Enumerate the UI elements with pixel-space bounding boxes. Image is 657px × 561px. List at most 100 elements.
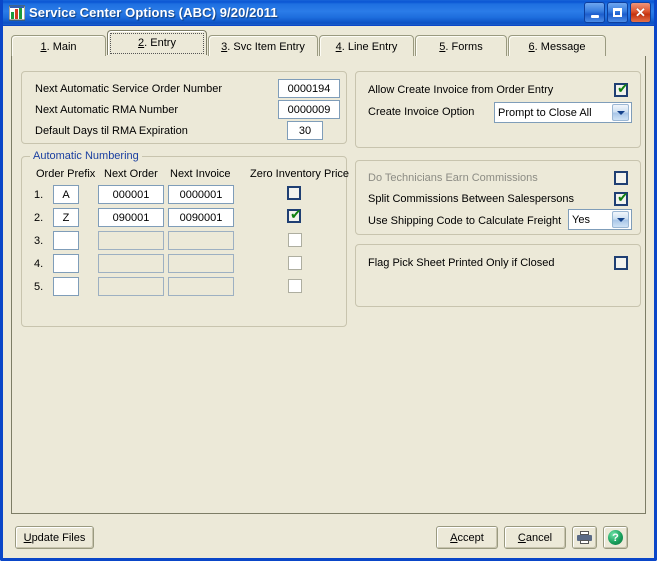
flag-pick-sheet-label: Flag Pick Sheet Printed Only if Closed: [368, 257, 555, 269]
client-area: 1. Main 2. Entry 3. Svc Item Entry 4. Li…: [3, 26, 654, 558]
chevron-down-icon[interactable]: [612, 104, 629, 121]
tab-forms[interactable]: 5. Forms: [415, 35, 507, 57]
next-service-order-label: Next Automatic Service Order Number: [35, 83, 223, 95]
tab-svc-text: Svc Item Entry: [233, 40, 305, 53]
close-button[interactable]: ✕: [630, 2, 651, 23]
tab-line-entry-label: 4. Line Entry: [335, 40, 398, 53]
use-shipping-code-select[interactable]: Yes: [568, 209, 632, 230]
tab-strip: 1. Main 2. Entry 3. Svc Item Entry 4. Li…: [11, 29, 646, 57]
tab-message[interactable]: 6. Message: [508, 35, 606, 57]
do-technicians-earn-commissions-label: Do Technicians Earn Commissions: [368, 172, 538, 184]
next-rma-number-input[interactable]: [278, 100, 340, 119]
next-order-input-3: [98, 231, 164, 250]
order-prefix-input-1[interactable]: [53, 185, 79, 204]
row-index-2: 2.: [34, 212, 44, 224]
tab-svc-item-entry[interactable]: 3. Svc Item Entry: [208, 35, 318, 57]
accept-accel: A: [450, 531, 458, 544]
tab-svc-accel: 3: [221, 40, 228, 53]
order-prefix-input-5[interactable]: [53, 277, 79, 296]
button-bar: Update Files Accept Cancel ?: [3, 514, 654, 558]
chevron-down-icon[interactable]: [612, 211, 629, 228]
next-invoice-input-1[interactable]: [168, 185, 234, 204]
column-header-zero-inventory-price: Zero Inventory Price: [250, 168, 350, 180]
tab-main[interactable]: 1. Main: [11, 35, 106, 57]
automatic-numbering-legend: Automatic Numbering: [30, 150, 142, 162]
next-service-order-input[interactable]: [278, 79, 340, 98]
tab-message-label: 6. Message: [528, 40, 586, 53]
next-invoice-input-2[interactable]: [168, 208, 234, 227]
next-order-input-1[interactable]: [98, 185, 164, 204]
order-prefix-input-4[interactable]: [53, 254, 79, 273]
maximize-button[interactable]: [607, 2, 628, 23]
allow-create-invoice-checkbox[interactable]: ✔: [614, 81, 629, 97]
accept-button[interactable]: Accept: [436, 526, 498, 549]
zero-inventory-price-checkbox-1[interactable]: [287, 186, 301, 200]
window-controls: ✕: [584, 2, 651, 23]
column-header-order-prefix: Order Prefix: [36, 168, 96, 180]
cancel-accel: C: [517, 531, 526, 544]
maximize-icon: [613, 8, 622, 17]
update-files-accel: U: [23, 531, 32, 544]
update-files-label: Update Files: [23, 531, 86, 544]
tab-line-text: Line Entry: [347, 40, 398, 53]
row-index-1: 1.: [34, 189, 44, 201]
next-rma-number-label: Next Automatic RMA Number: [35, 104, 179, 116]
flag-pick-sheet-checkbox[interactable]: [614, 256, 628, 270]
checkmark-icon: ✔: [617, 81, 629, 97]
zero-inventory-price-checkbox-4: [288, 256, 302, 270]
printer-icon: [577, 531, 592, 544]
next-invoice-input-3: [168, 231, 234, 250]
tab-forms-text: Forms: [451, 40, 483, 53]
tab-line-accel: 4: [335, 40, 342, 53]
split-commissions-checkbox[interactable]: ✔: [614, 190, 629, 206]
close-icon: ✕: [635, 5, 646, 20]
tab-line-entry[interactable]: 4. Line Entry: [319, 35, 414, 57]
zero-inventory-price-checkbox-2[interactable]: ✔: [287, 207, 302, 223]
default-days-rma-label: Default Days til RMA Expiration: [35, 125, 188, 137]
chart-app-icon: [8, 5, 26, 21]
use-shipping-code-value: Yes: [572, 213, 590, 226]
next-invoice-input-4: [168, 254, 234, 273]
tab-focus-rect: [110, 33, 204, 54]
order-prefix-input-2[interactable]: [53, 208, 79, 227]
column-header-next-order: Next Order: [104, 168, 158, 180]
create-invoice-option-value: Prompt to Close All: [498, 106, 592, 119]
entry-tab-pane: Next Automatic Service Order Number Next…: [11, 56, 646, 514]
help-button[interactable]: ?: [603, 526, 628, 549]
minimize-icon: [590, 14, 599, 18]
update-files-button[interactable]: Update Files: [15, 526, 94, 549]
checkmark-icon: ✔: [290, 207, 302, 223]
automatic-numbering-group: Automatic Numbering Order Prefix Next Or…: [21, 150, 350, 327]
tab-main-label: 1. Main: [40, 40, 77, 53]
cancel-label: Cancel: [517, 531, 553, 544]
next-order-input-4: [98, 254, 164, 273]
default-days-rma-input[interactable]: [287, 121, 323, 140]
order-prefix-input-3[interactable]: [53, 231, 79, 250]
column-header-next-invoice: Next Invoice: [170, 168, 231, 180]
next-numbers-group: Next Automatic Service Order Number Next…: [21, 71, 347, 144]
split-commissions-label: Split Commissions Between Salespersons: [368, 193, 575, 205]
row-index-5: 5.: [34, 281, 44, 293]
next-order-input-5: [98, 277, 164, 296]
pick-sheet-group: Flag Pick Sheet Printed Only if Closed: [355, 244, 641, 307]
next-order-input-2[interactable]: [98, 208, 164, 227]
allow-create-invoice-label: Allow Create Invoice from Order Entry: [368, 84, 554, 96]
minimize-button[interactable]: [584, 2, 605, 23]
service-center-options-window: Service Center Options (ABC) 9/20/2011 ✕…: [0, 0, 657, 561]
help-icon: ?: [608, 530, 623, 545]
tab-message-text: Message: [540, 40, 586, 53]
invoice-options-group: Allow Create Invoice from Order Entry ✔ …: [355, 71, 641, 148]
title-bar: Service Center Options (ABC) 9/20/2011 ✕: [3, 0, 654, 26]
tab-msg-accel: 6: [528, 40, 535, 53]
cancel-button[interactable]: Cancel: [504, 526, 566, 549]
accept-label: Accept: [450, 531, 484, 544]
do-technicians-earn-commissions-checkbox[interactable]: [614, 171, 628, 185]
commissions-group: Do Technicians Earn Commissions Split Co…: [355, 160, 641, 235]
create-invoice-option-select[interactable]: Prompt to Close All: [494, 102, 632, 123]
row-index-4: 4.: [34, 258, 44, 270]
print-button[interactable]: [572, 526, 597, 549]
tab-entry[interactable]: 2. Entry: [107, 30, 207, 55]
tab-forms-accel: 5: [439, 40, 446, 53]
checkmark-icon: ✔: [617, 190, 629, 206]
use-shipping-code-label: Use Shipping Code to Calculate Freight: [368, 215, 562, 227]
